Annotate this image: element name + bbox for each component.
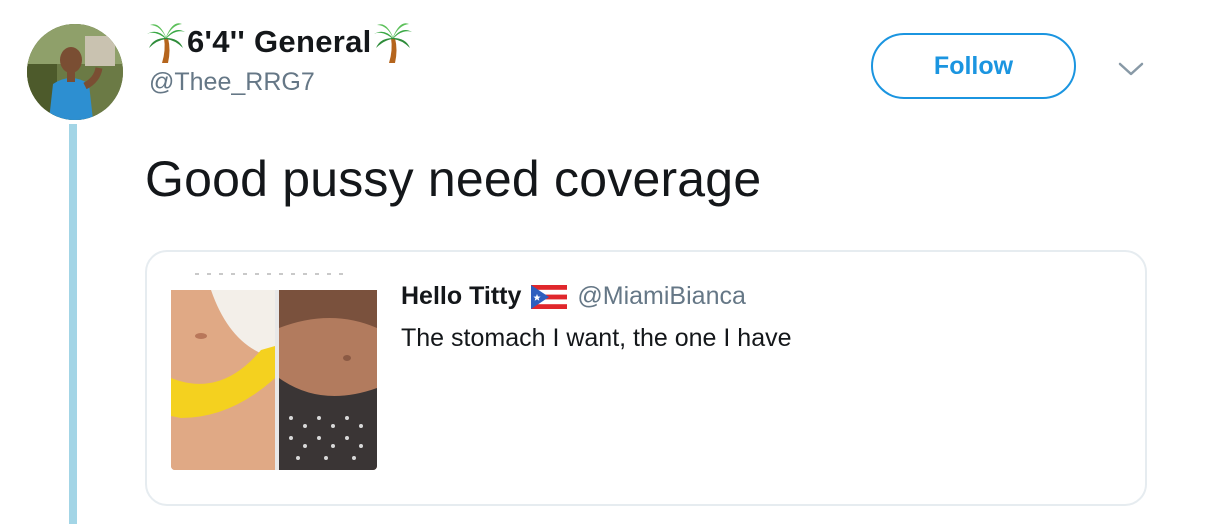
author-handle[interactable]: @Thee_RRG7 bbox=[149, 68, 414, 97]
tweet-text: Good pussy need coverage bbox=[145, 151, 762, 207]
quoted-tweet-author[interactable]: Hello Titty @MiamiBianca bbox=[401, 282, 746, 311]
author-name[interactable]: 6'4'' General bbox=[145, 20, 414, 64]
thread-line bbox=[69, 124, 77, 524]
tweet-header: 6'4'' General @Thee_RRG7 bbox=[145, 20, 414, 110]
quoted-tweet-text: The stomach I want, the one I have bbox=[401, 324, 792, 352]
quoted-author-handle: @MiamiBianca bbox=[577, 282, 746, 310]
palm-tree-icon bbox=[147, 23, 185, 63]
avatar-photo bbox=[27, 24, 123, 120]
palm-tree-icon bbox=[373, 23, 412, 63]
follow-button[interactable]: Follow bbox=[871, 33, 1076, 99]
quoted-tweet-card[interactable]: Hello Titty @MiamiBianca The stomach I w… bbox=[145, 250, 1147, 506]
chevron-down-icon[interactable] bbox=[1117, 58, 1145, 80]
quoted-author-name: Hello Titty bbox=[401, 282, 522, 310]
puerto-rico-flag-icon bbox=[531, 284, 568, 309]
avatar[interactable] bbox=[27, 24, 123, 120]
quoted-tweet-photo bbox=[171, 268, 377, 470]
tweet: 6'4'' General @Thee_RRG7 Follow Good pus… bbox=[0, 0, 1222, 524]
author-display-name: 6'4'' General bbox=[187, 24, 372, 59]
quoted-tweet-media[interactable] bbox=[171, 268, 377, 470]
